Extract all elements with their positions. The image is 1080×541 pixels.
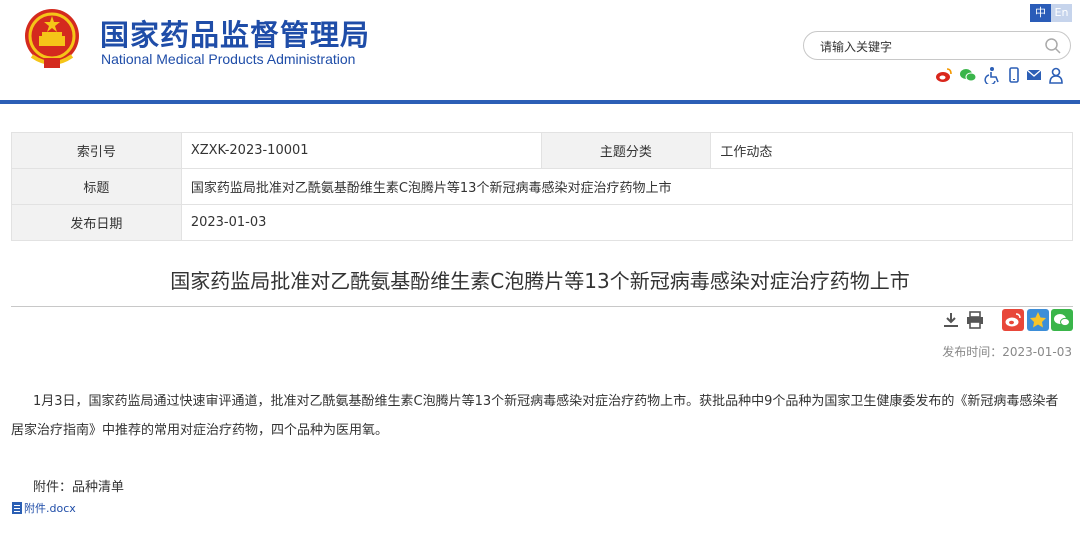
table-row: 索引号 XZXK-2023-10001 主题分类 工作动态 xyxy=(11,132,1073,169)
national-emblem-logo[interactable] xyxy=(22,6,82,70)
print-icon[interactable] xyxy=(965,310,985,330)
publish-time: 发布时间：2023-01-03 xyxy=(942,345,1072,359)
article-meta-table: 索引号 XZXK-2023-10001 主题分类 工作动态 标题 国家药监局批准… xyxy=(11,132,1074,241)
article-body: 1月3日，国家药监局通过快速审评通道，批准对乙酰氨基酚维生素C泡腾片等13个新冠… xyxy=(11,394,1059,438)
lang-english-button[interactable]: En xyxy=(1051,4,1072,22)
mail-icon[interactable] xyxy=(1025,66,1043,84)
title-divider xyxy=(11,306,1073,307)
category-value: 工作动态 xyxy=(710,132,1073,169)
share-weibo-icon[interactable] xyxy=(1002,309,1024,331)
index-label: 索引号 xyxy=(11,132,182,169)
download-icon[interactable] xyxy=(941,310,961,330)
site-name-en[interactable]: National Medical Products Administration xyxy=(101,51,355,67)
site-header: 国家药品监督管理局 National Medical Products Admi… xyxy=(0,0,1080,100)
weibo-icon[interactable] xyxy=(935,66,953,84)
search-icon[interactable] xyxy=(1044,37,1062,55)
mobile-icon[interactable] xyxy=(1005,66,1023,84)
wechat-icon[interactable] xyxy=(959,66,977,84)
search-input[interactable] xyxy=(818,36,1037,58)
attachment-link[interactable]: 附件.docx xyxy=(12,500,76,516)
site-name-cn[interactable]: 国家药品监督管理局 xyxy=(100,12,370,54)
date-label: 发布日期 xyxy=(11,204,182,241)
share-wechat-icon[interactable] xyxy=(1051,309,1073,331)
date-value: 2023-01-03 xyxy=(180,204,1074,241)
article-title: 国家药监局批准对乙酰氨基酚维生素C泡腾片等13个新冠病毒感染对症治疗药物上市 xyxy=(170,269,910,293)
share-qzone-icon[interactable] xyxy=(1027,309,1049,331)
word-document-icon xyxy=(12,502,22,514)
search-box xyxy=(803,31,1071,60)
accessibility-icon[interactable] xyxy=(983,66,1001,86)
table-row: 发布日期 2023-01-03 xyxy=(11,204,1074,241)
lang-chinese-button[interactable]: 中 xyxy=(1030,4,1051,22)
category-label: 主题分类 xyxy=(540,132,712,169)
index-value: XZXK-2023-10001 xyxy=(180,132,542,169)
title-label: 标题 xyxy=(11,168,182,205)
attachment-filename[interactable]: 附件.docx xyxy=(24,502,76,515)
user-icon[interactable] xyxy=(1047,66,1065,84)
header-divider xyxy=(0,100,1080,104)
table-row: 标题 国家药监局批准对乙酰氨基酚维生素C泡腾片等13个新冠病毒感染对症治疗药物上… xyxy=(11,168,1074,205)
attachment-label: 附件：品种清单 xyxy=(33,480,125,495)
title-value: 国家药监局批准对乙酰氨基酚维生素C泡腾片等13个新冠病毒感染对症治疗药物上市 xyxy=(180,168,1074,205)
